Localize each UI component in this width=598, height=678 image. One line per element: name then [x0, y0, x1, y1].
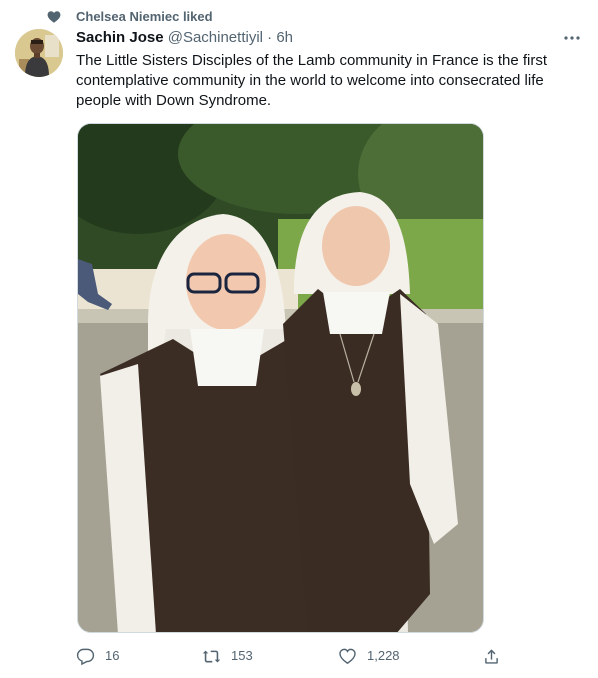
reply-button[interactable]: 16: [76, 645, 119, 667]
author-name[interactable]: Sachin Jose: [76, 29, 164, 46]
retweet-count: 153: [231, 648, 253, 663]
retweet-icon: [202, 650, 221, 662]
author-handle[interactable]: @Sachinettiyil: [168, 29, 263, 46]
more-button[interactable]: [562, 30, 582, 46]
photo-image: [78, 124, 483, 632]
separator: ·: [267, 29, 273, 46]
social-context-text: Chelsea Niemiec liked: [76, 9, 213, 24]
reply-count: 16: [105, 648, 120, 663]
retweet-button[interactable]: 153: [202, 645, 253, 667]
tweet-photo[interactable]: [77, 123, 484, 633]
share-button[interactable]: [482, 645, 501, 667]
timestamp[interactable]: 6h: [276, 29, 293, 46]
share-icon: [485, 648, 498, 664]
avatar-image: [15, 29, 63, 77]
heart-icon: [47, 11, 61, 23]
tweet-text: The Little Sisters Disciples of the Lamb…: [76, 52, 548, 109]
tweet-header: Sachin Jose @Sachinettiyil · 6h: [76, 29, 293, 47]
like-icon: [339, 648, 356, 664]
tweet-actions: 16 153 1,228: [76, 645, 506, 667]
avatar[interactable]: [15, 29, 63, 77]
reply-icon: [76, 648, 95, 665]
like-button[interactable]: 1,228: [338, 645, 400, 667]
like-count: 1,228: [367, 648, 400, 663]
more-icon: [564, 36, 580, 40]
